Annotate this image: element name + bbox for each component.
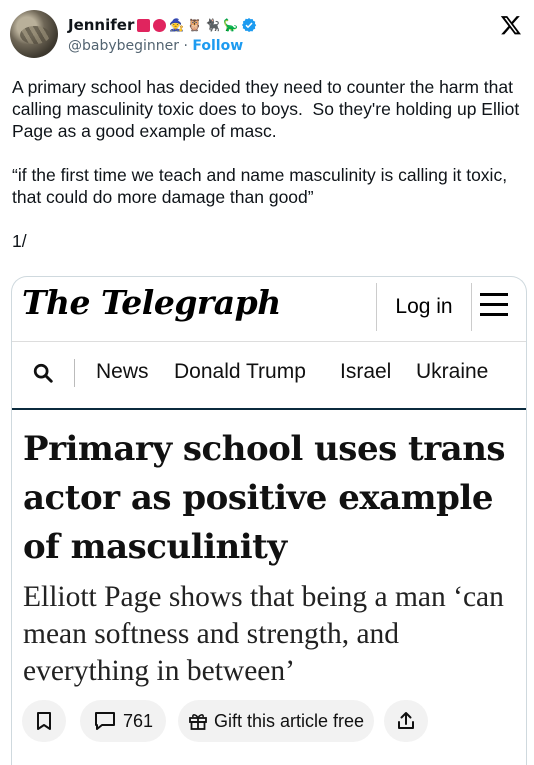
nav-item-donald-trump[interactable]: Donald Trump <box>174 360 306 384</box>
red-square-icon <box>137 18 151 32</box>
author-handle-row: @babybeginner · Follow <box>68 38 243 54</box>
author-handle[interactable]: @babybeginner <box>68 38 179 54</box>
gift-icon <box>189 714 207 730</box>
author-name-row: Jennifer 🧙 🦉 🐈‍⬛ 🦕 <box>68 16 257 34</box>
nav-divider <box>74 359 75 387</box>
comments-button[interactable]: 761 <box>80 700 166 742</box>
menu-icon[interactable] <box>480 293 508 317</box>
search-icon[interactable] <box>32 362 54 384</box>
login-button[interactable]: Log in <box>376 283 472 331</box>
tweet-header: Jennifer 🧙 🦉 🐈‍⬛ 🦕 @babybeginner · Follo… <box>10 10 524 62</box>
share-button[interactable] <box>384 700 428 742</box>
x-logo-icon[interactable] <box>500 14 522 36</box>
comment-count: 761 <box>122 710 154 731</box>
article-image-card[interactable]: The Telegraph Log in News Donald Trump I… <box>11 276 527 765</box>
telegraph-logo: The Telegraph <box>22 283 281 322</box>
avatar[interactable] <box>10 10 58 58</box>
nav-item-news[interactable]: News <box>96 360 149 384</box>
dinosaur-emoji-icon: 🦕 <box>223 18 239 32</box>
share-icon <box>398 712 414 729</box>
separator-dot: · <box>183 38 188 54</box>
wizard-emoji-icon: 🧙 <box>169 18 185 32</box>
nav-rule <box>12 408 526 410</box>
nav-item-ukraine[interactable]: Ukraine <box>416 360 488 384</box>
tweet-text: A primary school has decided they need t… <box>12 77 520 251</box>
owl-emoji-icon: 🦉 <box>187 18 203 32</box>
gift-label: Gift this article free <box>213 710 365 731</box>
telegraph-header: The Telegraph Log in <box>12 277 526 333</box>
article-headline: Primary school uses trans actor as posit… <box>23 429 506 567</box>
login-label: Log in <box>395 295 453 318</box>
section-nav: News Donald Trump Israel Ukraine <box>12 355 526 391</box>
follow-button[interactable]: Follow <box>192 38 243 54</box>
header-divider <box>12 341 526 342</box>
author-name[interactable]: Jennifer <box>68 16 134 34</box>
nav-item-israel[interactable]: Israel <box>340 360 391 384</box>
gift-article-button[interactable]: Gift this article free <box>178 700 374 742</box>
bookmark-icon <box>37 712 51 730</box>
verified-badge-icon <box>242 18 257 32</box>
black-cat-emoji-icon: 🐈‍⬛ <box>205 18 221 32</box>
red-circle-icon <box>153 18 167 32</box>
comment-icon <box>94 712 115 730</box>
article-actions: 761 Gift this article free <box>12 700 526 744</box>
article-standfirst: Elliott Page shows that being a man ‘can… <box>23 581 504 687</box>
bookmark-button[interactable] <box>22 700 66 742</box>
